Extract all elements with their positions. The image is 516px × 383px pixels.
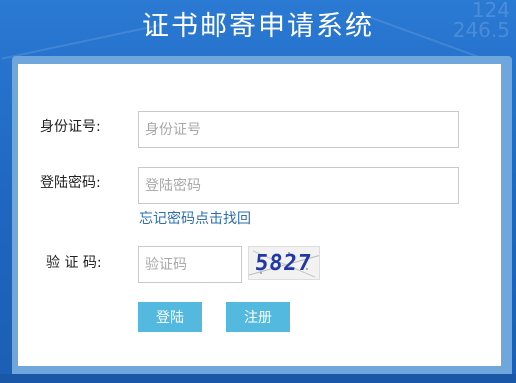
captcha-image[interactable]: 5827 — [248, 246, 320, 280]
password-label: 登陆密码: — [40, 175, 101, 191]
bottom-strip — [0, 374, 516, 383]
register-button[interactable]: 注册 — [226, 302, 290, 332]
captcha-input[interactable] — [138, 246, 242, 283]
captcha-label: 验 证 码: — [46, 255, 102, 271]
forgot-password-link[interactable]: 忘记密码点击找回 — [139, 208, 251, 228]
id-number-label: 身份证号: — [40, 119, 101, 135]
password-input[interactable] — [138, 167, 459, 204]
captcha-text: 5827 — [253, 251, 314, 276]
page-title: 证书邮寄申请系统 — [142, 11, 374, 42]
id-number-input[interactable] — [138, 111, 459, 148]
login-button[interactable]: 登陆 — [138, 302, 202, 332]
